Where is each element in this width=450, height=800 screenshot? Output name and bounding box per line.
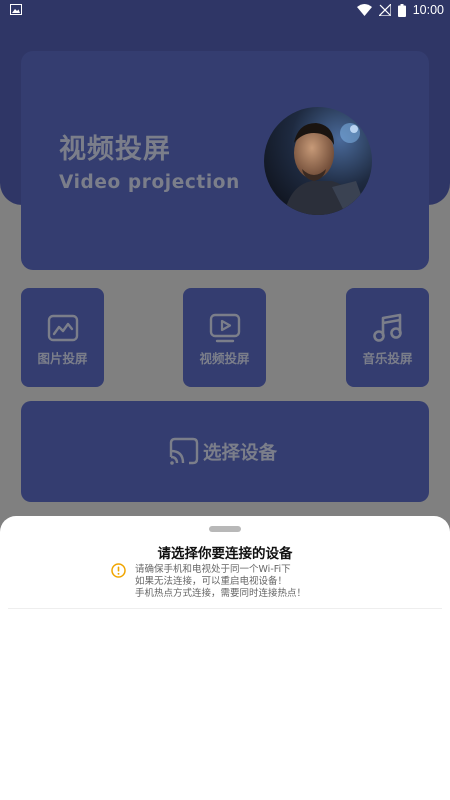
select-device-button[interactable]: 选择设备 xyxy=(21,401,429,502)
hero-title: 视频投屏 xyxy=(59,134,171,165)
sheet-drag-handle[interactable] xyxy=(209,526,241,532)
note-line: 手机热点方式连接，需要同时连接热点！ xyxy=(135,588,307,599)
divider xyxy=(8,608,442,609)
tile-image-projection[interactable]: 图片投屏 xyxy=(21,288,104,387)
tile-label: 视频投屏 xyxy=(199,351,250,366)
tile-label: 图片投屏 xyxy=(37,351,88,366)
sheet-note: 请确保手机和电视处于同一个Wi-Fi下 如果无法连接，可以重启电视设备！ 手机热… xyxy=(135,564,306,600)
tile-music-projection[interactable]: 音乐投屏 xyxy=(346,288,429,387)
wifi-icon xyxy=(356,4,372,16)
select-device-label: 选择设备 xyxy=(203,443,278,464)
note-line: 如果无法连接，可以重启电视设备！ xyxy=(135,576,288,587)
battery-icon xyxy=(397,3,406,17)
status-bar: 10:00 xyxy=(0,0,450,22)
image-icon xyxy=(47,314,78,342)
tile-video-projection[interactable]: 视频投屏 xyxy=(183,288,266,387)
music-note-icon xyxy=(372,313,402,342)
device-bottom-sheet: 请选择你要连接的设备 请确保手机和电视处于同一个Wi-Fi下 如果无法连接，可以… xyxy=(0,516,450,800)
cast-icon xyxy=(169,437,199,465)
hero-card[interactable]: 视频投屏 Video projection xyxy=(21,51,429,270)
hero-avatar xyxy=(264,107,372,215)
warning-icon xyxy=(111,563,126,578)
video-play-icon xyxy=(209,313,240,343)
tile-label: 音乐投屏 xyxy=(362,351,413,366)
status-time: 10:00 xyxy=(412,3,444,17)
signal-off-icon xyxy=(378,4,391,16)
sheet-title: 请选择你要连接的设备 xyxy=(157,546,293,562)
hero-subtitle: Video projection xyxy=(59,172,240,193)
note-line: 请确保手机和电视处于同一个Wi-Fi下 xyxy=(135,564,291,575)
image-notification-icon xyxy=(10,4,22,15)
